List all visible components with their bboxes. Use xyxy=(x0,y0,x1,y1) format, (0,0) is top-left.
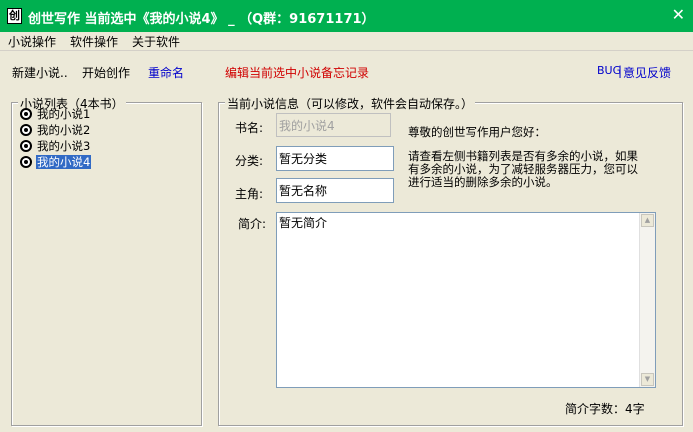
book-icon xyxy=(20,108,32,120)
book-icon xyxy=(20,124,32,136)
novel-list-item-label: 我的小说3 xyxy=(37,139,91,153)
window-title: 创世写作 当前选中《我的小说4》 _ （Q群：91671171） xyxy=(28,12,375,27)
book-name-field[interactable] xyxy=(276,113,391,137)
close-button[interactable]: ✕ xyxy=(672,7,685,23)
category-label: 分类: xyxy=(235,154,264,168)
new-novel-button[interactable]: 新建小说.. xyxy=(12,64,68,81)
scroll-down-icon[interactable]: ▼ xyxy=(641,373,654,386)
scroll-up-icon[interactable]: ▲ xyxy=(641,214,654,227)
menu-bar: 小说操作 软件操作 关于软件 xyxy=(0,32,693,51)
intro-scrollbar[interactable]: ▲ ▼ xyxy=(639,213,655,387)
novel-info-caption: 当前小说信息（可以修改，软件会自动保存。） xyxy=(225,95,476,112)
intro-text: 暂无简介 xyxy=(279,216,328,230)
link-separator: | xyxy=(618,64,623,78)
intro-label: 简介: xyxy=(238,217,267,231)
menu-about[interactable]: 关于软件 xyxy=(132,33,180,50)
novel-list-group: 小说列表（4本书） 我的小说1 我的小说2 我的小说3 我的小说4 xyxy=(11,95,202,426)
rename-button[interactable]: 重命名 xyxy=(148,64,184,81)
menu-software-ops[interactable]: 软件操作 xyxy=(70,33,118,50)
book-icon xyxy=(20,140,32,152)
novel-list-item-label: 我的小说4 xyxy=(36,155,92,169)
protagonist-field[interactable] xyxy=(276,178,394,203)
notice-line-3: 进行适当的删除多余的小说。 xyxy=(408,175,558,189)
novel-list-item-label: 我的小说1 xyxy=(37,107,91,121)
feedback-link[interactable]: 意见反馈 xyxy=(623,64,671,81)
intro-textarea[interactable]: 暂无简介 ▲ ▼ xyxy=(276,212,656,388)
menu-novel-ops[interactable]: 小说操作 xyxy=(8,33,56,50)
category-field[interactable] xyxy=(276,146,394,171)
protagonist-label: 主角: xyxy=(235,187,264,201)
intro-word-count: 简介字数：4字 xyxy=(565,402,645,416)
app-icon: 创 xyxy=(7,8,22,24)
book-icon xyxy=(20,156,32,168)
start-writing-button[interactable]: 开始创作 xyxy=(82,64,130,81)
novel-list-item-label: 我的小说2 xyxy=(37,123,91,137)
edit-memo-link[interactable]: 编辑当前选中小说备忘记录 xyxy=(225,64,369,81)
book-name-label: 书名: xyxy=(235,121,264,135)
greeting-text: 尊敬的创世写作用户您好： xyxy=(408,125,546,139)
title-bar[interactable]: 创 创世写作 当前选中《我的小说4》 _ （Q群：91671171） ✕ xyxy=(0,0,693,32)
